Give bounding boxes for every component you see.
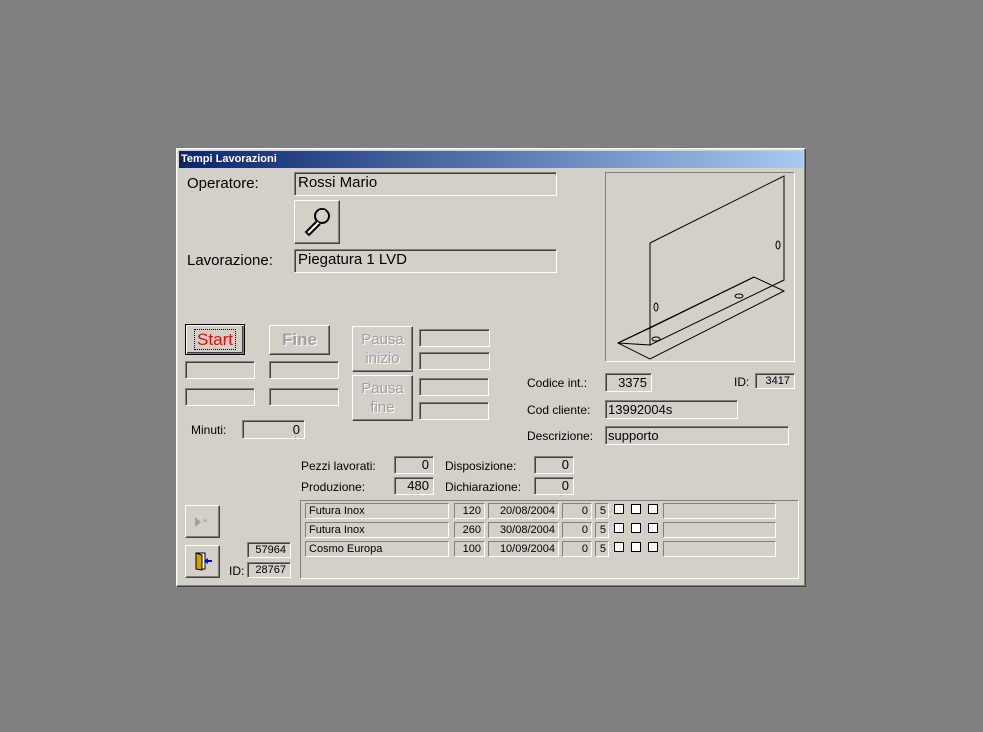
disposizione-field[interactable]: 0 <box>534 456 574 474</box>
exit-door-icon <box>195 552 212 571</box>
checkbox[interactable] <box>648 542 658 552</box>
pezzi-lavorati-field[interactable]: 0 <box>394 456 434 474</box>
note-cell[interactable] <box>663 541 776 557</box>
checkbox[interactable] <box>631 504 641 514</box>
checkbox[interactable] <box>631 523 641 533</box>
dichiarazione-field[interactable]: 0 <box>534 477 574 495</box>
start-label: Start <box>194 329 236 350</box>
window-title: Tempi Lavorazioni <box>179 151 803 168</box>
pausa-inizio-button[interactable]: Pausa inizio <box>352 326 413 372</box>
pausa-inizio-line1: Pausa <box>361 331 404 348</box>
lavorazione-field[interactable]: Piegatura 1 LVD <box>294 249 557 273</box>
checkbox[interactable] <box>614 523 624 533</box>
checkbox[interactable] <box>648 504 658 514</box>
fine-time-field-2[interactable] <box>269 388 339 406</box>
checkbox[interactable] <box>614 542 624 552</box>
part-drawing <box>616 175 786 360</box>
b-cell[interactable]: 5 <box>595 522 609 538</box>
operatore-field[interactable]: Rossi Mario <box>294 172 557 196</box>
produzione-field[interactable]: 480 <box>394 477 434 495</box>
pausa-fine-button[interactable]: Pausa fine <box>352 375 413 421</box>
descrizione-label: Descrizione: <box>527 429 594 443</box>
tempi-lavorazioni-window: Tempi Lavorazioni Operatore: Rossi Mario… <box>176 148 806 587</box>
start-time-field-1[interactable] <box>185 361 255 379</box>
cliente-cell[interactable]: Futura Inox <box>305 522 449 538</box>
pezzi-lavorati-label: Pezzi lavorati: <box>301 459 376 473</box>
lavorazioni-subform: Futura Inox 120 20/08/2004 0 5 Futura In… <box>300 500 799 579</box>
tool-button[interactable] <box>294 200 340 244</box>
date-cell[interactable]: 10/09/2004 <box>488 541 559 557</box>
pausa-inizio-field-2[interactable] <box>419 352 490 370</box>
id-bottom-label: ID: <box>229 564 245 578</box>
new-record-icon: * <box>194 517 208 529</box>
lavorazione-label: Lavorazione: <box>187 252 273 269</box>
cliente-cell[interactable]: Cosmo Europa <box>305 541 449 557</box>
descrizione-field[interactable]: supporto <box>605 426 789 445</box>
b-cell[interactable]: 5 <box>595 541 609 557</box>
note-cell[interactable] <box>663 522 776 538</box>
wrench-icon <box>304 208 330 237</box>
pausa-fine-line2: fine <box>370 399 395 416</box>
pausa-fine-field-2[interactable] <box>419 402 489 420</box>
pausa-inizio-line2: inizio <box>365 350 400 367</box>
record-number-field[interactable]: 57964 <box>247 542 291 558</box>
minuti-label: Minuti: <box>191 423 227 437</box>
date-cell[interactable]: 20/08/2004 <box>488 503 559 519</box>
exit-button[interactable] <box>185 545 220 578</box>
cliente-cell[interactable]: Futura Inox <box>305 503 449 519</box>
note-cell[interactable] <box>663 503 776 519</box>
qty-cell[interactable]: 120 <box>454 503 485 519</box>
svg-text:*: * <box>203 517 208 528</box>
dichiarazione-label: Dichiarazione: <box>445 480 522 494</box>
fine-button[interactable]: Fine <box>269 325 330 355</box>
pausa-fine-field-1[interactable] <box>419 378 489 396</box>
id-top-label: ID: <box>734 375 750 389</box>
disposizione-label: Disposizione: <box>445 459 517 473</box>
pausa-inizio-field-1[interactable] <box>419 329 490 347</box>
b-cell[interactable]: 5 <box>595 503 609 519</box>
checkbox[interactable] <box>631 542 641 552</box>
id-top-field[interactable]: 3417 <box>755 373 795 389</box>
minuti-field[interactable]: 0 <box>242 420 305 439</box>
codice-int-field[interactable]: 3375 <box>605 373 652 392</box>
start-button[interactable]: Start <box>185 324 245 355</box>
a-cell[interactable]: 0 <box>562 503 592 519</box>
part-drawing-frame <box>605 172 795 362</box>
id-bottom-field[interactable]: 28767 <box>247 562 291 578</box>
new-record-button[interactable]: * <box>185 505 220 538</box>
qty-cell[interactable]: 260 <box>454 522 485 538</box>
operatore-label: Operatore: <box>187 175 259 192</box>
checkbox[interactable] <box>648 523 658 533</box>
produzione-label: Produzione: <box>301 480 366 494</box>
date-cell[interactable]: 30/08/2004 <box>488 522 559 538</box>
codice-int-label: Codice int.: <box>527 376 588 390</box>
cod-cliente-label: Cod cliente: <box>527 403 591 417</box>
cod-cliente-field[interactable]: 13992004s <box>605 400 738 419</box>
qty-cell[interactable]: 100 <box>454 541 485 557</box>
a-cell[interactable]: 0 <box>562 522 592 538</box>
fine-time-field-1[interactable] <box>269 361 339 379</box>
start-time-field-2[interactable] <box>185 388 255 406</box>
checkbox[interactable] <box>614 504 624 514</box>
a-cell[interactable]: 0 <box>562 541 592 557</box>
pausa-fine-line1: Pausa <box>361 380 404 397</box>
